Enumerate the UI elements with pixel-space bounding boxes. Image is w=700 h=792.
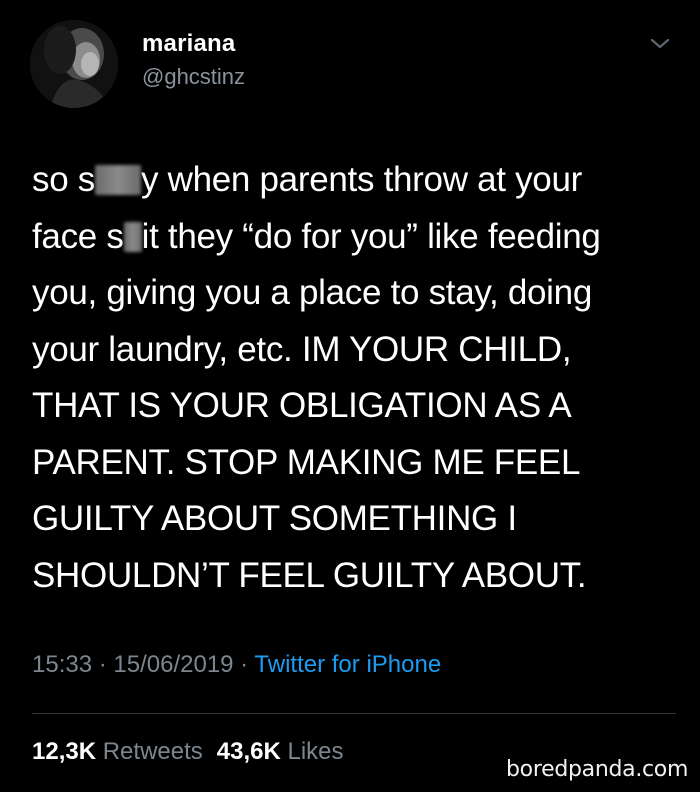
user-handle[interactable]: @ghcstinz [142,64,245,90]
tweet-line: your laundry, etc. IM YOUR CHILD, [32,329,572,369]
likes-stat[interactable]: 43,6K Likes [217,738,344,765]
tweet-line: you, giving you a place to stay, doing [32,273,592,312]
tweet-line: GUILTY ABOUT SOMETHING I [32,499,517,538]
avatar[interactable] [30,20,118,108]
retweets-count: 12,3K [32,738,97,765]
divider [32,713,676,714]
chevron-down-icon[interactable] [648,36,672,52]
retweets-stat[interactable]: 12,3K Retweets [32,738,203,765]
likes-count: 43,6K [216,738,281,765]
watermark: boredpanda.com [506,757,689,782]
display-name[interactable]: mariana [142,30,235,58]
censor-blur [123,221,142,252]
tweet-source-link[interactable]: Twitter for iPhone [254,651,441,678]
retweets-label: Retweets [102,738,203,765]
tweet-stats: 12,3K Retweets 43,6K Likes [32,738,344,766]
tweet-line: THAT IS YOUR OBLIGATION AS A [32,386,572,425]
separator: · [92,651,114,678]
tweet-card: mariana @ghcstinz so sy when parents thr… [0,0,700,792]
tweet-time[interactable]: 15:33 [32,651,92,678]
separator: · [233,651,255,678]
tweet-line: PARENT. STOP MAKING ME FEEL [32,442,581,482]
censor-blur [95,165,141,195]
tweet-meta: 15:33 · 15/06/2019 · Twitter for iPhone [32,651,441,679]
tweet-line: SHOULDN’T FEEL GUILTY ABOUT. [32,555,587,595]
avatar-photo [30,20,118,108]
tweet-line: face s it they “do for you” like feeding [32,216,601,256]
tweet-text: so sy when parents throw at your face si… [32,152,682,604]
tweet-line: so sy when parents throw at your [32,160,582,199]
likes-label: Likes [287,738,344,765]
tweet-date[interactable]: 15/06/2019 [113,651,233,678]
